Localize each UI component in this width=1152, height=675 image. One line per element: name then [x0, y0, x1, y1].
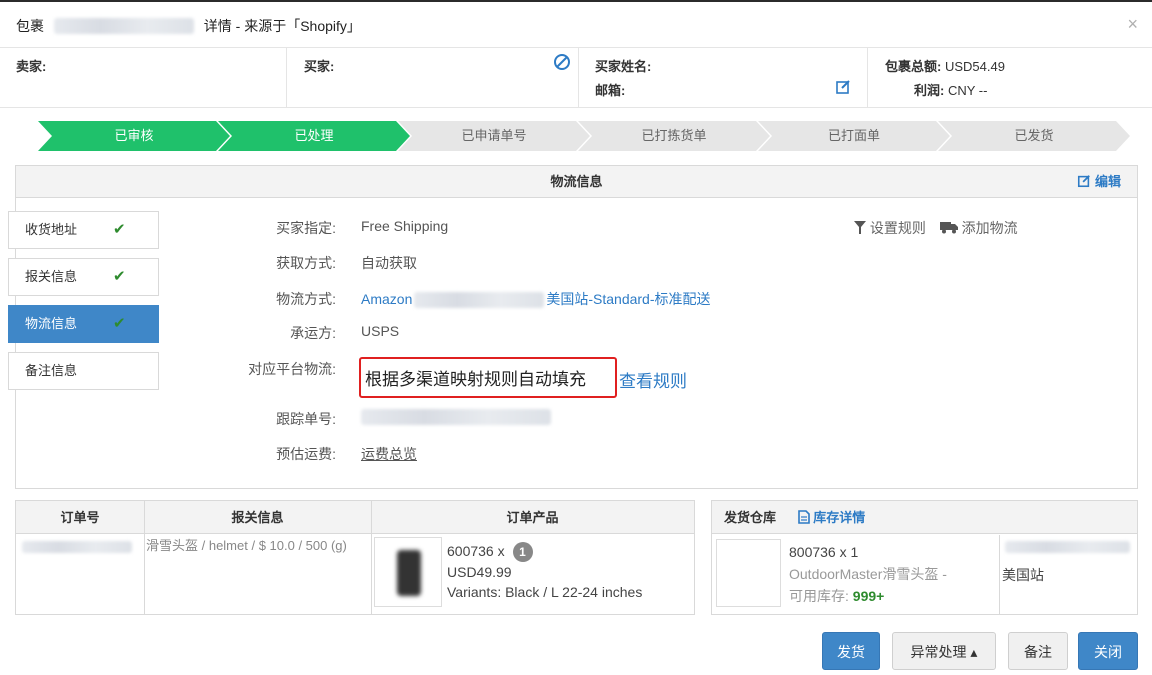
totals-cell: 包裹总额: USD54.49 利润: CNY -- [868, 48, 1152, 108]
redacted-order-no [22, 541, 132, 553]
redacted-tracking [361, 409, 551, 425]
platform-logistics-value: 根据多渠道映射规则自动填充 [359, 357, 617, 398]
step-processed: 已处理 [218, 121, 410, 151]
redacted-method [414, 292, 545, 309]
tab-logistics-info[interactable]: 物流信息 ✔ [8, 305, 159, 343]
dialog-header: 包裹 详情 - 来源于「Shopify」 × [0, 0, 1152, 48]
warehouse-header: 发货仓库 库存详情 [712, 501, 1137, 534]
exception-button[interactable]: 异常处理 ▴ [892, 632, 996, 670]
panel-title: 物流信息 [550, 174, 603, 189]
shipping-method-link[interactable]: Amazon 美国站-Standard-标准配送 [361, 289, 711, 309]
buyer-name-cell: 买家姓名: 邮箱: [579, 48, 868, 108]
product-thumbnail[interactable] [374, 537, 442, 607]
warehouse-table: 发货仓库 库存详情 800736 x 1 OutdoorMaster滑雪头盔 -… [711, 500, 1138, 615]
profit-value: CNY -- [947, 83, 988, 98]
set-rule-button[interactable]: 设置规则 [854, 220, 930, 236]
freight-overview-link[interactable]: 运费总览 [361, 444, 417, 464]
product-info: 600736 x 1 USD49.99 Variants: Black / L … [447, 541, 642, 602]
tab-notes[interactable]: 备注信息 [8, 352, 159, 390]
header-customs: 报关信息 [144, 501, 371, 534]
product-variants: Variants: Black / L 22-24 inches [447, 584, 643, 600]
edit-icon [1078, 175, 1091, 188]
panel-edit-button[interactable]: 编辑 [1077, 166, 1121, 198]
logistics-panel: 物流信息 编辑 设置规则 添加物流 买家指定: Free Shipping 获取… [15, 165, 1138, 489]
title-suffix: 详情 - 来源于「Shopify」 [203, 18, 361, 34]
product-price: USD49.99 [447, 564, 512, 580]
filter-icon [854, 221, 866, 234]
document-icon [797, 510, 810, 524]
check-icon: ✔ [113, 268, 126, 285]
panel-header: 物流信息 编辑 [16, 166, 1137, 198]
stock-detail-link[interactable]: 库存详情 [797, 510, 865, 525]
tab-customs-info[interactable]: 报关信息 ✔ [8, 258, 159, 296]
header-products: 订单产品 [371, 501, 694, 534]
step-tracking-applied: 已申请单号 [398, 121, 590, 151]
step-picklist-printed: 已打拣货单 [578, 121, 770, 151]
title-prefix: 包裹 [16, 18, 44, 34]
stock-value: 999+ [852, 588, 885, 604]
check-icon: ✔ [113, 315, 126, 332]
product-sku-row: 600736 x 1 [447, 541, 642, 562]
order-info-row: 卖家: 买家: 买家姓名: 邮箱: 包裹总额: USD54.49 利润: CNY… [0, 48, 1152, 108]
block-icon[interactable] [553, 53, 571, 71]
ship-button[interactable]: 发货 [822, 632, 880, 670]
step-reviewed: 已审核 [38, 121, 230, 151]
add-logistics-label: 添加物流 [961, 220, 1018, 236]
close-button[interactable]: 关闭 [1078, 632, 1138, 670]
buyer-label: 买家: [304, 59, 335, 74]
panel-edit-label: 编辑 [1094, 174, 1121, 189]
email-label: 邮箱: [595, 83, 626, 98]
seller-cell: 卖家: [0, 48, 287, 108]
close-icon[interactable]: × [1127, 14, 1138, 35]
truck-icon [939, 222, 958, 234]
redacted-warehouse [1005, 541, 1130, 553]
profit-label: 利润: [914, 83, 945, 98]
total-value: USD54.49 [944, 59, 1005, 74]
stock-row: 可用库存: 999+ [789, 588, 885, 604]
add-logistics-button[interactable]: 添加物流 [939, 220, 1018, 236]
total-row: 包裹总额: USD54.49 [885, 56, 1005, 75]
warehouse-product-name: OutdoorMaster滑雪头盔 - [789, 566, 947, 582]
redacted-package-id [53, 18, 194, 34]
buyer-name-label: 买家姓名: [595, 59, 652, 74]
step-shipped: 已发货 [938, 121, 1130, 151]
warehouse-site: 美国站 [1002, 567, 1044, 583]
header-order-no: 订单号 [16, 501, 144, 534]
progress-steps: 已审核 已处理 已申请单号 已打拣货单 已打面单 已发货 [38, 121, 1132, 151]
check-icon: ✔ [113, 221, 126, 238]
quantity-badge: 1 [512, 542, 533, 562]
customs-text: 滑雪头盔 / helmet / $ 10.0 / 500 (g) [146, 538, 347, 553]
panel-actions: 设置规则 添加物流 [854, 218, 1018, 238]
dialog-title: 包裹 详情 - 来源于「Shopify」 [16, 16, 361, 36]
tab-shipping-address[interactable]: 收货地址 ✔ [8, 211, 159, 249]
view-rule-link[interactable]: 查看规则 [619, 367, 687, 392]
note-button[interactable]: 备注 [1008, 632, 1068, 670]
set-rule-label: 设置规则 [869, 220, 926, 236]
edit-icon[interactable] [835, 79, 851, 95]
step-label-printed: 已打面单 [758, 121, 950, 151]
warehouse-sku: 800736 x 1 [789, 544, 859, 560]
order-table: 订单号 报关信息 订单产品 滑雪头盔 / helmet / $ 10.0 / 5… [15, 500, 695, 615]
warehouse-thumbnail [716, 539, 781, 607]
warehouse-info: 800736 x 1 OutdoorMaster滑雪头盔 - 可用库存: 999… [789, 541, 947, 607]
seller-label: 卖家: [16, 59, 47, 74]
profit-row: 利润: CNY -- [914, 80, 987, 99]
total-label: 包裹总额: [885, 59, 942, 74]
buyer-cell: 买家: [287, 48, 579, 108]
